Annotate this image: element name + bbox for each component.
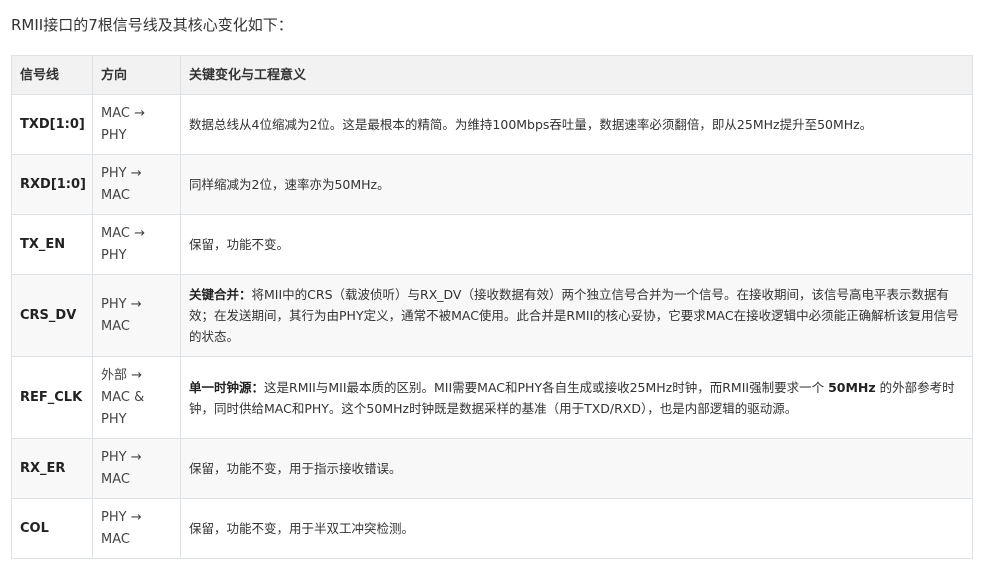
table-row: REF_CLK 外部 → MAC & PHY 单一时钟源：这是RMII与MII最…	[11, 356, 973, 439]
description-text: 保留，功能不变。	[189, 237, 290, 252]
table-row: CRS_DV PHY → MAC 关键合并：将MII中的CRS（载波侦听）与RX…	[11, 274, 973, 357]
signal-description: 关键合并：将MII中的CRS（载波侦听）与RX_DV（接收数据有效）两个独立信号…	[180, 274, 973, 357]
signal-direction: PHY → MAC	[92, 498, 181, 559]
signal-description: 数据总线从4位缩减为2位。这是最根本的精简。为维持100Mbps吞吐量，数据速率…	[180, 94, 973, 155]
signal-description: 保留，功能不变，用于半双工冲突检测。	[180, 498, 973, 559]
header-description: 关键变化与工程意义	[180, 55, 973, 95]
description-text: 这是RMII与MII最本质的区别。MII需要MAC和PHY各自生成或接收25MH…	[264, 379, 829, 395]
signal-description: 单一时钟源：这是RMII与MII最本质的区别。MII需要MAC和PHY各自生成或…	[180, 356, 973, 439]
signal-direction: 外部 → MAC & PHY	[92, 356, 181, 439]
description-lead: 关键合并：	[189, 287, 252, 302]
table-row: TXD[1:0] MAC → PHY 数据总线从4位缩减为2位。这是最根本的精简…	[11, 94, 973, 155]
description-text: 保留，功能不变，用于指示接收错误。	[189, 461, 402, 476]
document-page: RMII接口的7根信号线及其核心变化如下： 信号线 方向 关键变化与工程意义 T…	[0, 0, 986, 577]
signal-name: RXD[1:0]	[11, 154, 93, 215]
signal-name: RX_ER	[11, 438, 93, 499]
signal-name: TXD[1:0]	[11, 94, 93, 155]
table-row: RX_ER PHY → MAC 保留，功能不变，用于指示接收错误。	[11, 438, 973, 499]
table-row: RXD[1:0] PHY → MAC 同样缩减为2位，速率亦为50MHz。	[11, 154, 973, 215]
table-header-row: 信号线 方向 关键变化与工程意义	[11, 55, 973, 95]
signal-direction: PHY → MAC	[92, 438, 181, 499]
signal-description: 保留，功能不变，用于指示接收错误。	[180, 438, 973, 499]
signal-direction: PHY → MAC	[92, 154, 181, 215]
header-direction: 方向	[92, 55, 181, 95]
description-lead: 单一时钟源：	[189, 379, 265, 395]
description-text: 数据总线从4位缩减为2位。这是最根本的精简。为维持100Mbps吞吐量，数据速率…	[189, 117, 873, 132]
table-row: TX_EN MAC → PHY 保留，功能不变。	[11, 214, 973, 275]
description-emphasis: 50MHz	[828, 379, 876, 395]
signal-table: 信号线 方向 关键变化与工程意义 TXD[1:0] MAC → PHY 数据总线…	[11, 55, 973, 559]
signal-direction: PHY → MAC	[92, 274, 181, 357]
signal-name: TX_EN	[11, 214, 93, 275]
header-signal: 信号线	[11, 55, 93, 95]
signal-name: REF_CLK	[11, 356, 93, 439]
signal-name: CRS_DV	[11, 274, 93, 357]
intro-text: RMII接口的7根信号线及其核心变化如下：	[11, 16, 293, 34]
signal-name: COL	[11, 498, 93, 559]
description-text: 将MII中的CRS（载波侦听）与RX_DV（接收数据有效）两个独立信号合并为一个…	[189, 287, 959, 344]
signal-direction: MAC → PHY	[92, 214, 181, 275]
signal-description: 保留，功能不变。	[180, 214, 973, 275]
signal-table-container: 信号线 方向 关键变化与工程意义 TXD[1:0] MAC → PHY 数据总线…	[11, 55, 973, 559]
signal-direction: MAC → PHY	[92, 94, 181, 155]
description-text: 同样缩减为2位，速率亦为50MHz。	[189, 177, 390, 192]
table-row: COL PHY → MAC 保留，功能不变，用于半双工冲突检测。	[11, 498, 973, 559]
signal-description: 同样缩减为2位，速率亦为50MHz。	[180, 154, 973, 215]
description-text: 保留，功能不变，用于半双工冲突检测。	[189, 521, 415, 536]
